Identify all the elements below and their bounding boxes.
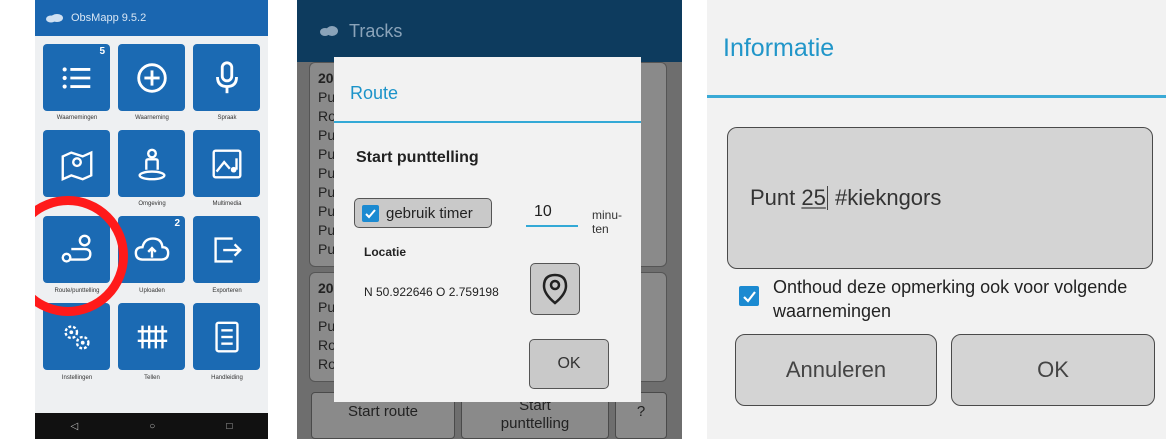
plus-circle-icon [136, 62, 167, 93]
badge-count: 5 [99, 46, 105, 57]
tile-uploaden[interactable]: 2 [118, 216, 185, 283]
tile-label: Exporteren [212, 288, 242, 294]
map-icon [61, 150, 92, 181]
ok-button[interactable]: OK [529, 339, 609, 389]
app-bar: ObsMapp 9.5.2 [35, 0, 268, 36]
checkbox-checked-icon[interactable] [362, 204, 379, 222]
timer-label: gebruik timer [386, 204, 473, 222]
dialog-title: Route [350, 83, 399, 103]
microphone-icon [215, 60, 238, 93]
tile-handleiding[interactable] [193, 303, 260, 370]
tile-label: Handleiding [211, 375, 243, 381]
app-title: ObsMapp 9.5.2 [71, 12, 147, 24]
gears-icon [63, 324, 90, 350]
dialog-title: Informatie [723, 34, 835, 62]
tile-multimedia[interactable] [193, 130, 260, 197]
app-bar: Tracks [297, 0, 682, 62]
app-title: Tracks [349, 20, 403, 41]
tile-waarneming[interactable] [118, 44, 185, 111]
person-location-icon [137, 148, 166, 180]
recents-icon[interactable]: □ [226, 421, 232, 432]
multimedia-icon [212, 149, 241, 178]
tile-label: Spraak [217, 115, 237, 121]
location-pin-icon [542, 273, 568, 305]
location-coordinates: N 50.922646 O 2.759198 [364, 285, 499, 299]
dialog-subtitle: Start punttelling [356, 149, 479, 166]
button-label: ? [636, 403, 646, 420]
tile-label: Waarneming [135, 115, 169, 121]
location-label: Locatie [364, 245, 407, 259]
title-divider [707, 95, 1166, 98]
minutes-unit: minu-ten [592, 208, 622, 236]
export-icon [213, 236, 242, 263]
pick-location-button[interactable] [530, 263, 580, 315]
app-logo-icon [46, 14, 63, 23]
tile-waarnemingen[interactable]: 5 [43, 44, 110, 111]
highlight-circle [35, 196, 128, 316]
remember-remark-label[interactable]: Onthoud deze opmerking ook voor volgende… [773, 275, 1153, 323]
button-label: punttelling [500, 415, 570, 432]
tile-label: Tellen [144, 375, 160, 381]
tile-label: Omgeving [138, 201, 166, 207]
checkbox-checked-icon[interactable] [739, 286, 759, 306]
tile-spraak[interactable] [193, 44, 260, 111]
list-icon [62, 66, 90, 89]
tile-label: Instellingen [61, 375, 93, 381]
ok-button[interactable]: OK [951, 334, 1155, 406]
tile-label: Uploaden [139, 288, 165, 294]
home-icon[interactable]: ○ [149, 421, 155, 432]
title-divider [334, 121, 641, 123]
tracks-screen: Tracks 20 Pu Ro Pu Pu Pu Pu Pu Pu Pu 20 … [297, 0, 682, 439]
back-icon[interactable]: ◁ [71, 421, 79, 432]
remark-input[interactable]: Punt 25 #kiekngors [727, 127, 1153, 269]
badge-count: 2 [174, 218, 180, 229]
remark-number: 25 [801, 185, 826, 210]
cancel-button[interactable]: Annuleren [735, 334, 937, 406]
informatie-dialog: Informatie Punt 25 #kiekngors Onthoud de… [707, 0, 1166, 439]
button-label: Start route [347, 403, 419, 420]
use-timer-toggle[interactable]: gebruik timer [354, 198, 492, 228]
android-nav-bar: ◁ ○ □ [35, 413, 268, 439]
minutes-input[interactable]: 10 [526, 203, 578, 227]
tile-exporteren[interactable] [193, 216, 260, 283]
tile-omgeving[interactable] [118, 130, 185, 197]
app-logo-icon [320, 26, 338, 36]
text-cursor [826, 186, 828, 210]
tile-kaart[interactable] [43, 130, 110, 197]
tile-label: Waarnemingen [56, 115, 98, 121]
tile-tellen[interactable] [118, 303, 185, 370]
cloud-upload-icon [134, 236, 169, 261]
remark-suffix: #kiekngors [828, 185, 942, 210]
route-dialog: Route Start punttelling gebruik timer 10… [334, 57, 641, 402]
tally-icon [137, 325, 167, 348]
obsmapp-home-screen: ObsMapp 9.5.2 5 Waarnemingen Waarneming … [35, 0, 268, 439]
tile-label: Multimedia [212, 201, 242, 207]
manual-icon [214, 321, 239, 352]
remark-prefix: Punt [750, 185, 802, 210]
